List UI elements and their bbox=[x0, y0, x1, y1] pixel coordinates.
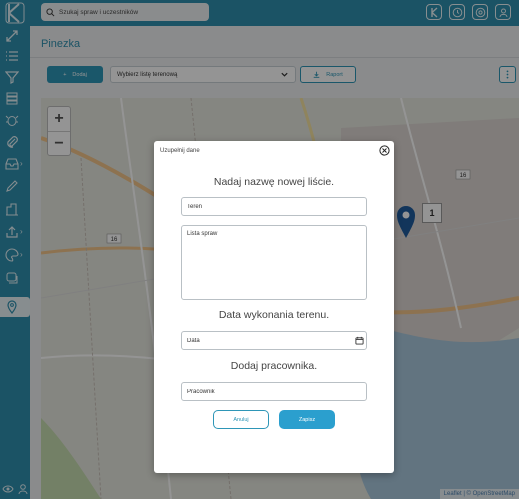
calendar-icon[interactable] bbox=[355, 336, 364, 345]
date-input[interactable] bbox=[181, 331, 367, 350]
cases-textarea[interactable] bbox=[181, 225, 367, 300]
dialog-header: Uzupełnij dane bbox=[160, 148, 200, 154]
cancel-button[interactable]: Anuluj bbox=[213, 410, 269, 429]
date-title: Data wykonania terenu. bbox=[218, 309, 330, 321]
worker-input[interactable] bbox=[181, 382, 367, 401]
list-name-title: Nadaj nazwę nowej liście. bbox=[213, 176, 335, 188]
list-name-input[interactable] bbox=[181, 197, 367, 216]
save-button[interactable]: Zapisz bbox=[279, 410, 335, 429]
close-icon[interactable] bbox=[379, 145, 390, 156]
worker-title: Dodaj pracownika. bbox=[230, 360, 318, 372]
new-list-dialog: Uzupełnij dane Nadaj nazwę nowej liście.… bbox=[154, 141, 394, 473]
